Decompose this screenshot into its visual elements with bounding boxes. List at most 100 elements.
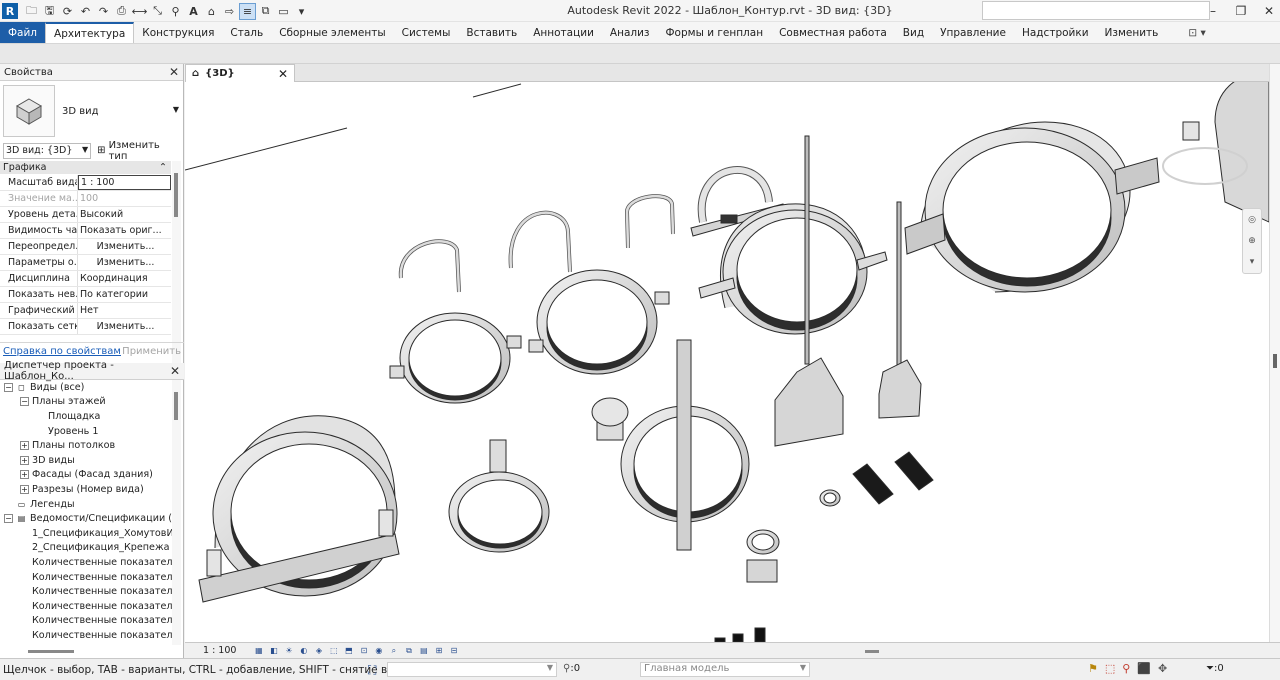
redo-icon[interactable]: ↷ — [95, 3, 112, 20]
property-row[interactable]: Значение ма... 100 — [0, 191, 171, 207]
property-value[interactable]: Показать ориг... — [78, 223, 171, 238]
3d-view-icon[interactable]: ⌂ — [203, 3, 220, 20]
revit-logo[interactable]: R — [2, 3, 18, 19]
tab-3d-view[interactable]: ⌂ {3D} ✕ — [185, 64, 295, 82]
property-row[interactable]: Масштаб вида 1 : 100 — [0, 175, 171, 191]
tab-precast[interactable]: Сборные элементы — [271, 22, 393, 43]
worksharing-icon[interactable]: ⧉ — [402, 645, 415, 657]
tree-item[interactable]: ▭ Легенды — [0, 497, 172, 512]
tab-structure[interactable]: Конструкция — [134, 22, 222, 43]
select-underlay-icon[interactable]: ⬚ — [1105, 662, 1115, 675]
select-by-face-icon[interactable]: ⬛ — [1137, 662, 1151, 675]
reveal-hidden-icon[interactable]: ⌕ — [387, 645, 400, 657]
tree-item[interactable]: + Фасады (Фасад здания) — [0, 468, 172, 483]
dimension-icon[interactable]: ⤡ — [149, 3, 166, 20]
close-icon[interactable]: ✕ — [169, 65, 179, 79]
collapse-icon[interactable]: − — [4, 382, 13, 392]
sun-path-icon[interactable]: ☀ — [282, 645, 295, 657]
search-input[interactable] — [982, 1, 1210, 20]
design-option-select[interactable]: Главная модель ▼ — [640, 662, 810, 677]
close-icon[interactable]: ✕ — [1262, 4, 1276, 18]
tree-item[interactable]: Площадка — [0, 409, 172, 424]
view-instance-select[interactable]: 3D вид: {3D} ▼ — [3, 142, 92, 159]
property-row[interactable]: Показать нев... По категории — [0, 287, 171, 303]
chevron-down-icon[interactable]: ▾ — [1250, 257, 1255, 267]
view-hscroll-thumb[interactable] — [865, 650, 879, 653]
thin-lines-icon[interactable]: ≡ — [239, 2, 256, 20]
property-row[interactable]: Показать сеткиИзменить... — [0, 319, 171, 335]
tree-item[interactable]: Количественные показател — [0, 584, 172, 599]
tab-systems[interactable]: Системы — [394, 22, 459, 43]
measure-icon[interactable]: ⟷ — [131, 3, 148, 20]
property-value[interactable]: Координация — [78, 271, 171, 286]
tree-item[interactable]: + Планы потолков — [0, 438, 172, 453]
tab-annotate[interactable]: Аннотации — [525, 22, 602, 43]
tree-item[interactable]: − ◻ Виды (все) — [0, 380, 172, 395]
ribbon-display-toggle[interactable]: ⊡ ▾ — [1180, 22, 1213, 43]
property-row[interactable]: Графический ...Нет — [0, 303, 171, 319]
temporary-hide-icon[interactable]: ◉ — [372, 645, 385, 657]
crop-view-icon[interactable]: ⬚ — [327, 645, 340, 657]
tree-item[interactable]: − ▤ Ведомости/Спецификации ( — [0, 511, 172, 526]
property-value[interactable]: Нет — [78, 303, 171, 318]
visual-style-icon[interactable]: ◧ — [267, 645, 280, 657]
restore-icon[interactable]: ❐ — [1234, 4, 1248, 18]
switch-windows-icon[interactable]: ▭ — [275, 3, 292, 20]
tab-manage[interactable]: Управление — [932, 22, 1014, 43]
chevron-down-icon[interactable]: ▼ — [173, 105, 179, 114]
expand-icon[interactable]: + — [20, 484, 29, 494]
tab-file[interactable]: Файл — [0, 22, 46, 43]
tree-item[interactable]: Количественные показател — [0, 614, 172, 629]
undo-icon[interactable]: ↶ — [77, 3, 94, 20]
tag-icon[interactable]: ⚲ — [167, 3, 184, 20]
edit-type-button[interactable]: ⊞ Изменить тип — [97, 140, 181, 162]
tab-steel[interactable]: Сталь — [222, 22, 271, 43]
temporary-view-properties-icon[interactable]: ▤ — [417, 645, 430, 657]
type-selector[interactable]: 3D вид ▼ — [3, 83, 181, 139]
tree-item[interactable]: Количественные показател — [0, 570, 172, 585]
edit-button[interactable]: Изменить... — [78, 255, 171, 270]
group-graphics[interactable]: Графика ⌃ — [0, 161, 171, 174]
minimize-icon[interactable]: – — [1206, 4, 1220, 18]
close-hidden-icon[interactable]: ⧉ — [257, 3, 274, 20]
property-input[interactable]: 1 : 100 — [78, 175, 171, 190]
unlocked-view-icon[interactable]: ⊡ — [357, 645, 370, 657]
scrollbar-thumb[interactable] — [174, 392, 178, 420]
view-vertical-scrollbar[interactable] — [1269, 64, 1280, 642]
text-icon[interactable]: A — [185, 3, 202, 20]
expand-icon[interactable]: + — [20, 455, 29, 465]
detail-level-icon[interactable]: ▦ — [252, 645, 265, 657]
expand-icon[interactable]: + — [20, 470, 29, 480]
close-icon[interactable]: ✕ — [170, 364, 180, 378]
constraints-icon[interactable]: ⊟ — [447, 645, 460, 657]
tree-item[interactable]: +3D виды — [0, 453, 172, 468]
save-icon[interactable]: 🖫 — [41, 3, 58, 20]
project-browser-hscroll[interactable] — [0, 646, 184, 656]
scrollbar-thumb[interactable] — [174, 173, 178, 217]
customize-icon[interactable]: ▾ — [293, 3, 310, 20]
3d-view-canvas[interactable] — [185, 82, 1269, 642]
property-row[interactable]: Видимость ча...Показать ориг... — [0, 223, 171, 239]
tab-architecture[interactable]: Архитектура — [45, 22, 135, 43]
view-scale[interactable]: 1 : 100 — [203, 645, 236, 656]
tree-item[interactable]: 1_Спецификация_ХомутовИ — [0, 526, 172, 541]
apply-button[interactable]: Применить — [122, 346, 181, 357]
tree-item[interactable]: Количественные показател — [0, 599, 172, 614]
tab-massing-site[interactable]: Формы и генплан — [658, 22, 772, 43]
tree-item[interactable]: Уровень 1 — [0, 424, 172, 439]
open-icon[interactable]: 🗀 — [23, 3, 40, 20]
workset-icon[interactable]: ⛶ — [368, 663, 376, 678]
tab-insert[interactable]: Вставить — [458, 22, 525, 43]
scrollbar-thumb[interactable] — [28, 650, 74, 653]
property-row[interactable]: Переопредел... Изменить... — [0, 239, 171, 255]
edit-button[interactable]: Изменить... — [78, 319, 171, 334]
property-row[interactable]: Параметры о... Изменить... — [0, 255, 171, 271]
tree-item[interactable]: − Планы этажей — [0, 395, 172, 410]
print-icon[interactable]: ⎙ — [113, 3, 130, 20]
tree-item[interactable]: + Разрезы (Номер вида) — [0, 482, 172, 497]
property-row[interactable]: Уровень дета... Высокий — [0, 207, 171, 223]
project-browser-scrollbar[interactable] — [172, 380, 181, 645]
expand-icon[interactable]: + — [20, 441, 29, 451]
property-row[interactable]: Дисциплина Координация — [0, 271, 171, 287]
drag-elements-icon[interactable]: ✥ — [1158, 662, 1167, 675]
